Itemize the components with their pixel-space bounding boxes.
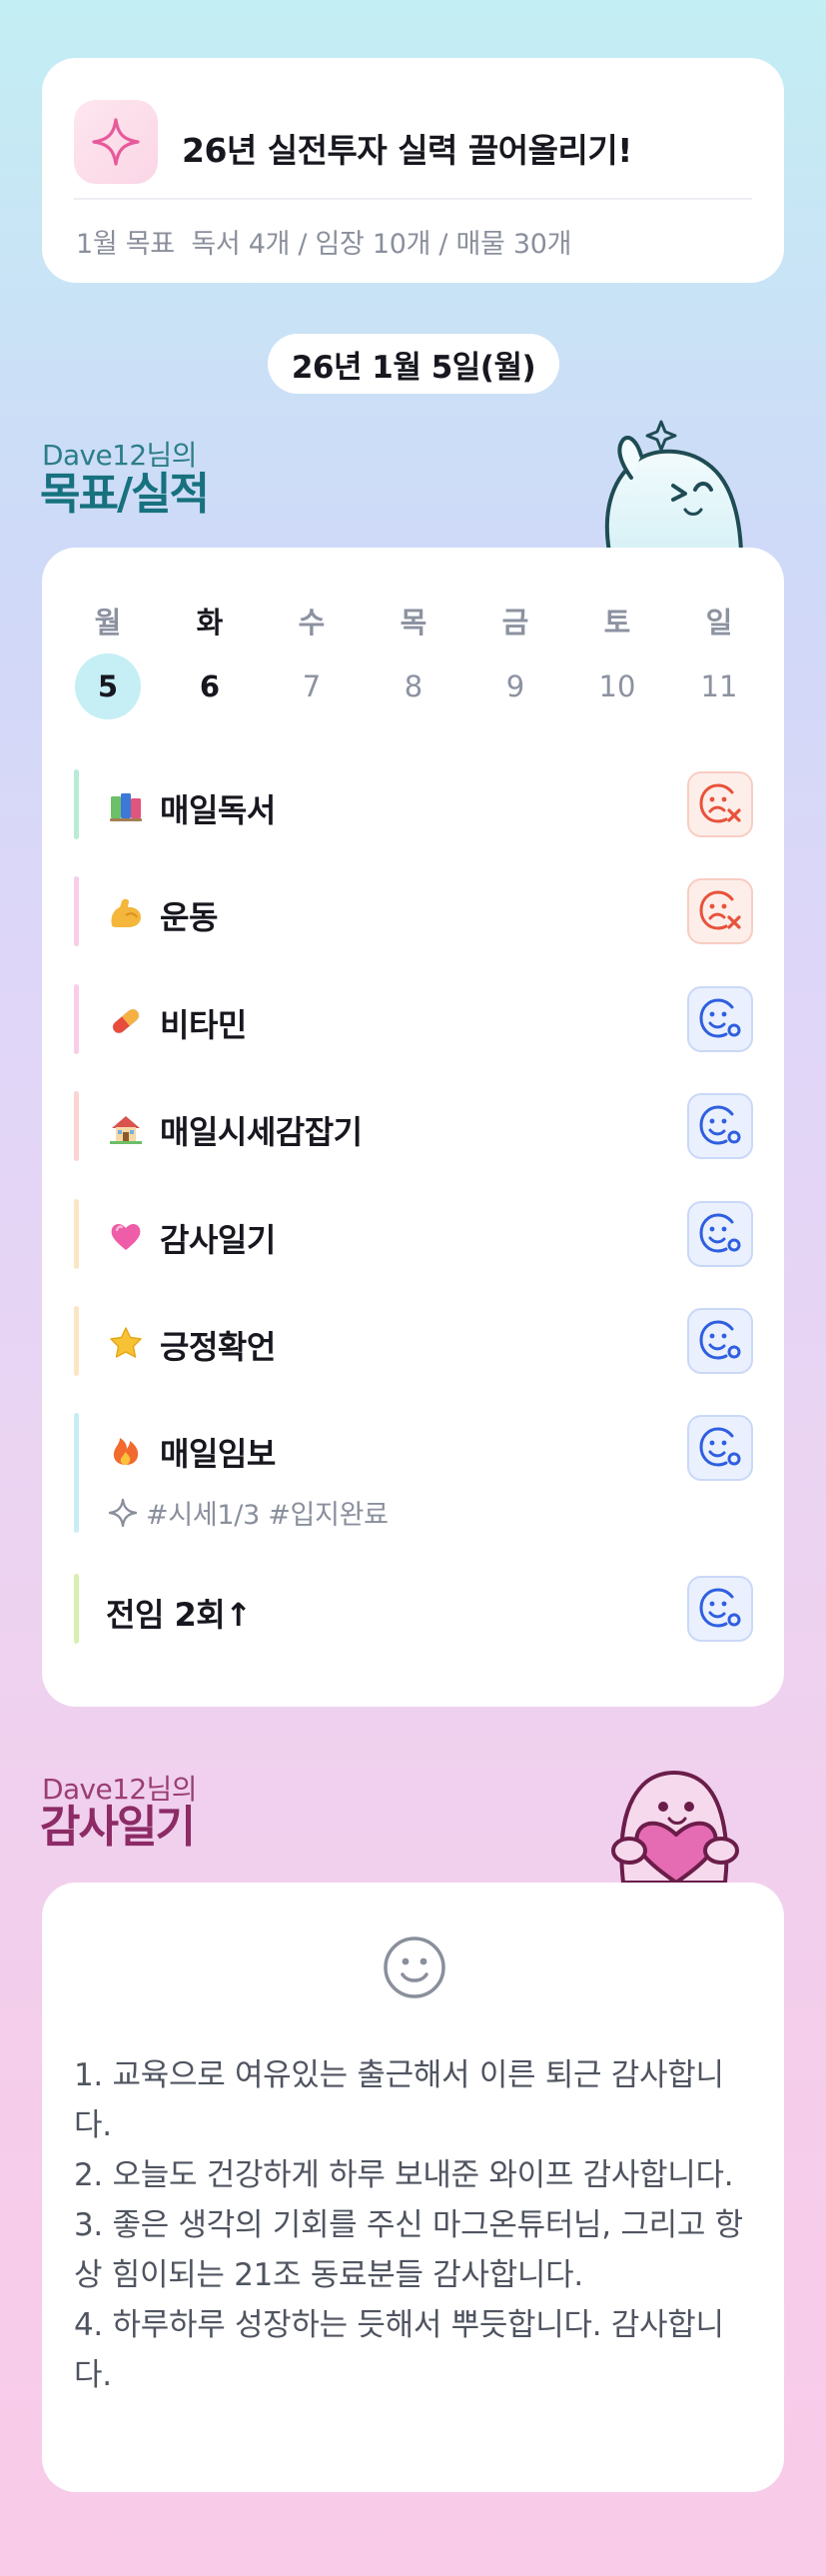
smile-face-done-button[interactable] — [687, 1415, 753, 1481]
goal-subtitle: 1월 목표 독서 4개 / 임장 10개 / 매물 30개 — [76, 229, 572, 260]
goals-section-title: 목표/실적 — [40, 469, 210, 520]
habit-label: 긍정확언 — [160, 1328, 276, 1366]
ghost-mascot — [604, 420, 743, 552]
heart-mascot — [611, 1771, 739, 1883]
day-name: 월 — [94, 606, 122, 640]
habit-label: 전임 2회↑ — [106, 1596, 252, 1634]
pink-heart-icon — [108, 1218, 144, 1254]
gratitude-entry: 2. 오늘도 건강하게 하루 보내준 와이프 감사합니다. — [74, 2157, 734, 2193]
habit-label: 매일독서 — [160, 791, 276, 829]
divider — [74, 198, 752, 200]
day-name: 일 — [705, 606, 733, 640]
habit-row[interactable]: 매일시세감잡기 — [74, 1091, 753, 1161]
habit-color-bar — [74, 1413, 79, 1533]
habit-label: 비타민 — [160, 1006, 247, 1044]
sparkle-icon — [108, 1498, 138, 1527]
habit-row[interactable]: 운동 — [74, 876, 753, 946]
day-number-button[interactable]: 8 — [381, 653, 446, 719]
gratitude-entry: 1. 교육으로 여유있는 출근해서 이른 퇴근 감사합니다. — [74, 2057, 724, 2143]
smile-face-done-button[interactable] — [687, 1201, 753, 1267]
habit-label: 운동 — [160, 898, 218, 936]
habit-label: 매일시세감잡기 — [160, 1113, 363, 1151]
habit-color-bar — [74, 769, 79, 839]
habit-tags: #시세1/3 #입지완료 — [108, 1493, 389, 1532]
day-number-button[interactable]: 9 — [482, 653, 548, 719]
habit-row[interactable]: 감사일기 — [74, 1199, 753, 1269]
goal-card[interactable]: 26년 실전투자 실력 끌어올리기! 1월 목표 독서 4개 / 임장 10개 … — [42, 58, 784, 283]
habit-tags-text: #시세1/3 #입지완료 — [146, 1500, 389, 1531]
habit-color-bar — [74, 876, 79, 946]
habit-label: 매일임보 — [160, 1435, 276, 1473]
day-number-button[interactable]: 7 — [279, 653, 345, 719]
sparkle-icon — [74, 100, 158, 184]
date-selector[interactable]: 26년 1월 5일(월) — [268, 334, 559, 394]
smile-icon — [384, 1936, 445, 1998]
gratitude-section-title: 감사일기 — [40, 1802, 196, 1853]
habit-color-bar — [74, 984, 79, 1054]
smile-face-done-button[interactable] — [687, 1093, 753, 1159]
day-number-button[interactable]: 5 — [75, 653, 141, 719]
habit-row[interactable]: 전임 2회↑ — [74, 1574, 753, 1644]
habit-color-bar — [74, 1574, 79, 1644]
gratitude-entry: 4. 하루하루 성장하는 듯해서 뿌듯합니다. 감사합니다. — [74, 2307, 724, 2393]
habit-label: 감사일기 — [160, 1221, 276, 1259]
fire-icon — [108, 1432, 144, 1468]
day-name: 수 — [298, 606, 326, 640]
habit-row[interactable]: 긍정확언 — [74, 1306, 753, 1376]
sad-face-fail-button[interactable] — [687, 771, 753, 837]
goal-title: 26년 실전투자 실력 끌어올리기! — [182, 131, 632, 170]
day-number-button[interactable]: 10 — [584, 653, 650, 719]
day-name: 화 — [196, 606, 224, 640]
gratitude-entries: 1. 교육으로 여유있는 출근해서 이른 퇴근 감사합니다. 2. 오늘도 건강… — [74, 2050, 748, 2400]
flexed-bicep-icon — [108, 895, 144, 931]
gratitude-entry: 3. 좋은 생각의 기회를 주신 마그온튜터님, 그리고 항상 힘이되는 21조… — [74, 2207, 743, 2293]
habit-row[interactable]: 매일임보 — [74, 1413, 753, 1533]
sad-face-fail-button[interactable] — [687, 878, 753, 944]
day-number-button[interactable]: 11 — [686, 653, 752, 719]
day-name: 금 — [501, 606, 529, 640]
day-number-button[interactable]: 6 — [177, 653, 243, 719]
smile-face-done-button[interactable] — [687, 986, 753, 1052]
pill-icon — [108, 1003, 144, 1039]
day-name: 목 — [400, 606, 427, 640]
star-icon — [108, 1325, 144, 1361]
house-icon — [108, 1110, 144, 1146]
habit-color-bar — [74, 1306, 79, 1376]
books-icon — [108, 788, 144, 824]
smile-face-done-button[interactable] — [687, 1576, 753, 1642]
habit-color-bar — [74, 1199, 79, 1269]
smile-face-done-button[interactable] — [687, 1308, 753, 1374]
habit-color-bar — [74, 1091, 79, 1161]
habit-row[interactable]: 매일독서 — [74, 769, 753, 839]
habit-row[interactable]: 비타민 — [74, 984, 753, 1054]
gratitude-card[interactable]: 1. 교육으로 여유있는 출근해서 이른 퇴근 감사합니다. 2. 오늘도 건강… — [42, 1883, 784, 2492]
day-name: 토 — [603, 606, 631, 640]
